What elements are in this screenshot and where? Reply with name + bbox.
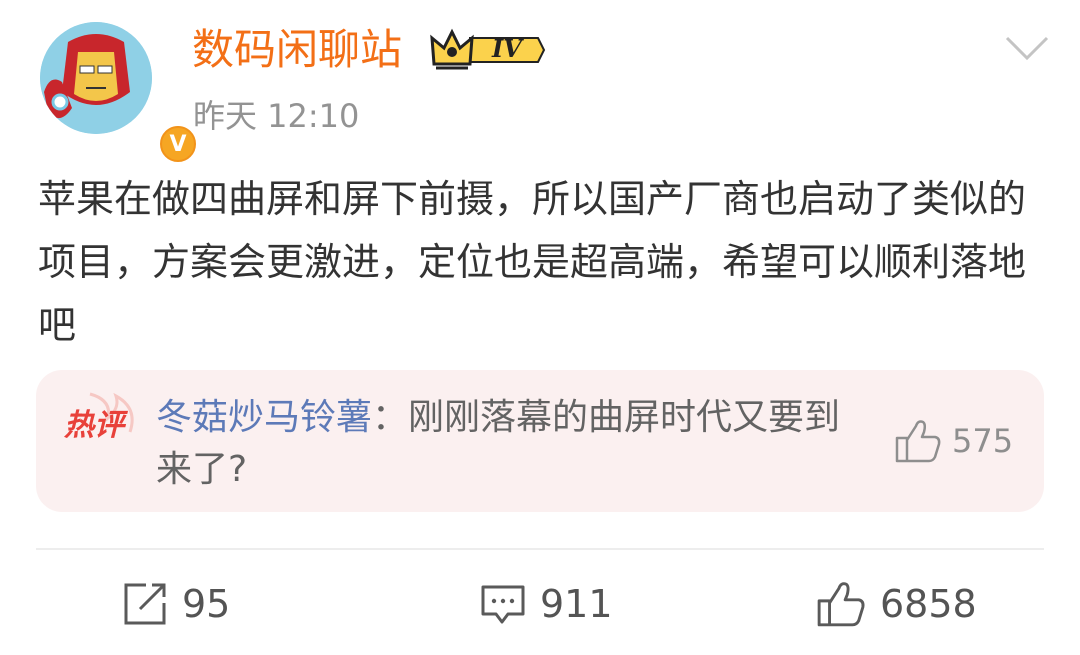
divider: [36, 548, 1044, 550]
verified-icon: V: [160, 126, 196, 162]
commenter-name[interactable]: 冬菇炒马铃薯: [156, 397, 372, 438]
hot-comment-like-button[interactable]: 575: [894, 416, 1013, 466]
member-level-badge[interactable]: IV: [430, 28, 546, 72]
member-level-text: IV: [492, 34, 522, 63]
thumbs-up-icon: [895, 420, 941, 463]
hot-comment-tag-label: 热评: [64, 408, 124, 443]
post-time: 昨天 12:10: [193, 97, 360, 135]
chevron-down-icon: [1005, 36, 1049, 61]
repost-count: 95: [182, 582, 231, 626]
verified-mark: V: [169, 131, 187, 157]
comment-button[interactable]: 911: [480, 576, 613, 632]
comment-count: 911: [540, 582, 613, 626]
repost-icon: [124, 583, 166, 625]
hot-comment-like-count: 575: [952, 422, 1014, 460]
post-header: V 数码闲聊站 IV 昨天 12:10: [0, 0, 1080, 166]
hot-comment-tag: 热评: [60, 392, 152, 443]
like-count: 6858: [880, 582, 977, 626]
hot-comment-text: 冬菇炒马铃薯：刚刚落幕的曲屏时代又要到来了?: [156, 392, 876, 496]
thumbs-up-icon: [817, 582, 865, 627]
iron-man-avatar-icon: [40, 22, 152, 134]
crown-badge-icon: [430, 28, 546, 70]
like-button[interactable]: 6858: [816, 576, 977, 632]
comment-separator: ：: [372, 397, 409, 438]
more-options-button[interactable]: [1004, 32, 1050, 66]
author-name[interactable]: 数码闲聊站: [192, 22, 402, 78]
comment-icon: [481, 585, 525, 624]
avatar[interactable]: V: [40, 22, 200, 166]
post-content: 苹果在做四曲屏和屏下前摄，所以国产厂商也启动了类似的项目，方案会更激进，定位也是…: [38, 177, 1027, 347]
hot-comment-card[interactable]: 热评 冬菇炒马铃薯：刚刚落幕的曲屏时代又要到来了? 575: [36, 370, 1044, 512]
repost-button[interactable]: 95: [122, 576, 230, 632]
